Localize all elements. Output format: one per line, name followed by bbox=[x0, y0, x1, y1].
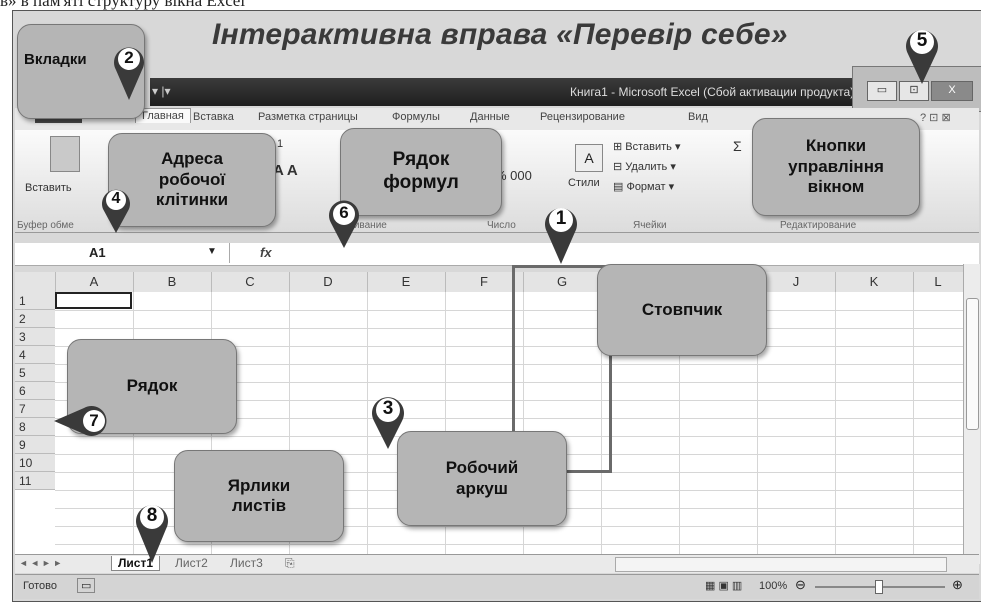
ribbon-window-icons[interactable]: ? ⊡ ⊠ bbox=[920, 111, 951, 124]
sheet-tab-3[interactable]: Лист3 bbox=[230, 556, 263, 570]
pin-number: 7 bbox=[89, 411, 99, 430]
pin-4-icon[interactable]: 4 bbox=[100, 183, 132, 235]
tab-formulas[interactable]: Формулы bbox=[392, 111, 440, 123]
row-header[interactable]: 1 bbox=[15, 292, 55, 310]
cells-group-label: Ячейки bbox=[633, 220, 667, 231]
pin-number: 6 bbox=[339, 203, 349, 222]
sheet-tab-2[interactable]: Лист2 bbox=[175, 556, 208, 570]
pin-number: 5 bbox=[916, 30, 928, 51]
column-header[interactable]: D bbox=[289, 272, 368, 292]
zoom-level: 100% bbox=[759, 580, 788, 592]
new-sheet-icon[interactable]: ⎘ bbox=[285, 556, 295, 571]
column-header[interactable]: E bbox=[367, 272, 446, 292]
formula-bar: A1 ▼ fx bbox=[15, 243, 979, 266]
row-header[interactable]: 6 bbox=[15, 382, 55, 400]
view-buttons[interactable]: ▦ ▣ ▥ bbox=[705, 579, 742, 592]
callout-window-buttons[interactable]: Кнопки управління вікном bbox=[752, 118, 920, 216]
exercise-heading: Інтерактивна вправа «Перевір себе» bbox=[212, 18, 788, 51]
row-header[interactable]: 3 bbox=[15, 328, 55, 346]
row-header[interactable]: 9 bbox=[15, 436, 55, 454]
column-header[interactable]: C bbox=[211, 272, 290, 292]
tab-view[interactable]: Вид bbox=[688, 111, 708, 123]
name-box[interactable]: A1 ▼ bbox=[19, 243, 230, 263]
column-header[interactable]: B bbox=[133, 272, 212, 292]
formula-input[interactable] bbox=[285, 243, 965, 263]
row-header[interactable]: 2 bbox=[15, 310, 55, 328]
tab-data[interactable]: Данные bbox=[470, 111, 510, 123]
pin-1-icon[interactable]: 1 bbox=[543, 200, 579, 266]
quick-access-toolbar[interactable]: ▾ |▾ bbox=[152, 84, 171, 98]
column-headers: A B C D E F G H I J K L bbox=[15, 272, 964, 293]
delete-cells-label: Удалить ▾ bbox=[625, 161, 676, 173]
row-header[interactable]: 11 bbox=[15, 472, 55, 490]
pin-number: 8 bbox=[146, 505, 158, 526]
callout-sheet-tabs[interactable]: Ярлики листів bbox=[174, 450, 344, 542]
column-header[interactable]: K bbox=[835, 272, 914, 292]
autosum-icon[interactable]: Σ bbox=[733, 138, 742, 154]
column-header[interactable]: A bbox=[55, 272, 134, 292]
column-header[interactable]: J bbox=[757, 272, 836, 292]
editing-group-label: Редактирование bbox=[780, 220, 857, 231]
pin-3-icon[interactable]: 3 bbox=[370, 391, 406, 451]
tab-insert[interactable]: Вставка bbox=[193, 111, 234, 123]
zoom-out-icon[interactable]: ⊖ bbox=[795, 577, 806, 593]
column-header[interactable]: L bbox=[913, 272, 964, 292]
zoom-in-icon[interactable]: ⊕ bbox=[952, 577, 963, 593]
callout-cell-address[interactable]: Адреса робочої клітинки bbox=[108, 133, 276, 227]
tab-page-layout[interactable]: Разметка страницы bbox=[258, 111, 358, 123]
format-cells[interactable]: ▤ Формат ▾ bbox=[613, 180, 674, 193]
minimize-button[interactable]: ▭ bbox=[867, 81, 897, 101]
pin-8-icon[interactable]: 8 bbox=[134, 497, 170, 565]
insert-cells[interactable]: ⊞ Вставить ▾ bbox=[613, 140, 681, 153]
styles-label[interactable]: Стили bbox=[568, 177, 600, 189]
format-cells-label: Формат ▾ bbox=[626, 181, 675, 193]
horizontal-scrollbar[interactable] bbox=[615, 557, 947, 572]
number-group-label: Число bbox=[487, 220, 516, 231]
pin-5-icon[interactable]: 5 bbox=[904, 22, 940, 86]
styles-icon[interactable]: A bbox=[575, 144, 603, 172]
clipboard-icon[interactable] bbox=[50, 136, 80, 172]
row-header[interactable]: 8 bbox=[15, 418, 55, 436]
font-size-value[interactable]: 1 bbox=[277, 138, 283, 150]
row-header[interactable]: 7 bbox=[15, 400, 55, 418]
insert-cells-label: Вставить ▾ bbox=[625, 141, 681, 153]
vertical-scrollbar[interactable] bbox=[963, 264, 980, 564]
callout-formula-row[interactable]: Рядок формул bbox=[340, 128, 502, 216]
clipboard-group-label: Буфер обме bbox=[17, 220, 74, 231]
sheet-nav-buttons[interactable]: ◄ ◄ ► ► bbox=[19, 558, 62, 568]
font-grow-icon[interactable]: A A bbox=[273, 162, 298, 179]
macro-record-icon[interactable]: ▭ bbox=[77, 578, 96, 593]
row-header[interactable]: 10 bbox=[15, 454, 55, 472]
row-header[interactable]: 5 bbox=[15, 364, 55, 382]
callout-column[interactable]: Стовпчик bbox=[597, 264, 767, 356]
status-ready: Готово bbox=[23, 580, 57, 592]
tab-review[interactable]: Рецензирование bbox=[540, 111, 625, 123]
zoom-slider-thumb[interactable] bbox=[875, 580, 883, 594]
select-all-corner[interactable] bbox=[15, 272, 56, 292]
cell-reference[interactable]: A1 bbox=[89, 245, 106, 260]
pin-number: 2 bbox=[124, 48, 134, 67]
window-title: Книга1 - Microsoft Excel (Сбой активации… bbox=[570, 85, 855, 99]
delete-cells[interactable]: ⊟ Удалить ▾ bbox=[613, 160, 676, 173]
pin-6-icon[interactable]: 6 bbox=[327, 196, 361, 250]
status-bar: Готово ▭ ▦ ▣ ▥ 100% ⊖ ⊕ bbox=[15, 574, 979, 599]
pin-number: 3 bbox=[382, 398, 394, 419]
callout-worksheet[interactable]: Робочий аркуш bbox=[397, 431, 567, 526]
row-header[interactable]: 4 bbox=[15, 346, 55, 364]
active-cell-a1[interactable] bbox=[55, 292, 132, 309]
scroll-thumb[interactable] bbox=[966, 298, 979, 430]
insert-function-icon[interactable]: fx bbox=[260, 245, 272, 260]
name-box-dropdown-icon[interactable]: ▼ bbox=[207, 246, 217, 257]
pin-2-icon[interactable]: 2 bbox=[112, 40, 146, 102]
paste-label[interactable]: Вставить bbox=[25, 182, 72, 194]
pin-number: 1 bbox=[555, 208, 567, 229]
pin-7-icon[interactable]: 7 bbox=[52, 404, 118, 438]
pin-number: 4 bbox=[111, 190, 121, 207]
